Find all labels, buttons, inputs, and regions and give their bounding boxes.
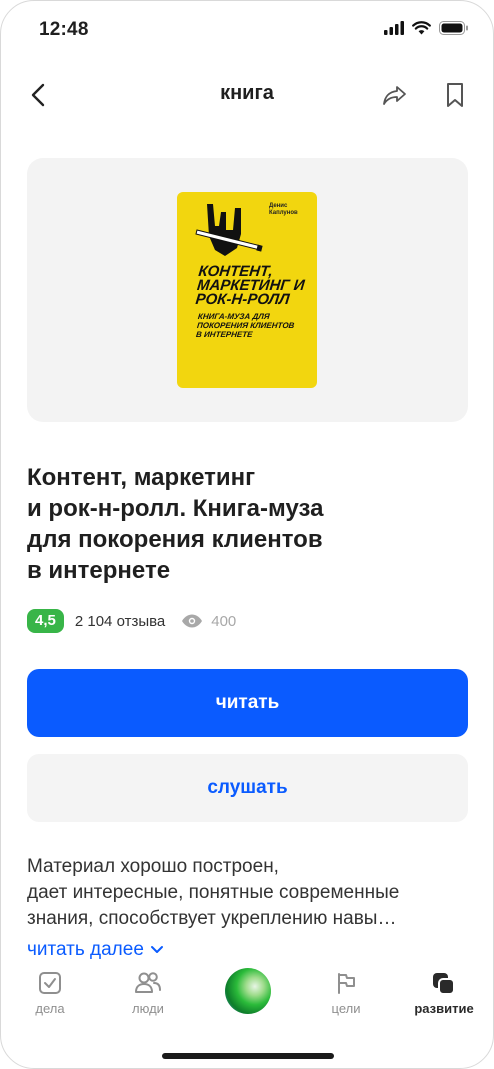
wifi-icon <box>412 21 431 35</box>
tab-label: цели <box>331 1001 361 1016</box>
book-title-line: Контент, маркетинг <box>27 464 256 491</box>
status-icons <box>384 21 469 35</box>
description: Материал хорошо построен, дает интересны… <box>27 854 467 932</box>
book-meta: 4,5 2 104 отзыва 400 <box>27 609 236 633</box>
reviews-link[interactable]: 2 104 отзыва <box>75 613 165 630</box>
tab-people[interactable]: люди <box>108 971 188 1016</box>
rock-hand-icon <box>195 204 263 256</box>
tab-bar: дела люди цели развитие <box>1 963 493 1033</box>
battery-icon <box>439 21 468 35</box>
chevron-down-icon <box>150 946 163 953</box>
status-bar: 12:48 <box>1 19 493 43</box>
home-indicator <box>162 1053 334 1059</box>
page-title: книга <box>220 82 274 104</box>
tab-label: дела <box>35 1001 65 1016</box>
read-button[interactable]: читать <box>27 669 468 737</box>
cover-author: Денис Каплунов <box>269 203 298 216</box>
flag-icon <box>338 973 355 994</box>
read-more-label: читать далее <box>27 939 144 960</box>
book-title-line: в интернете <box>27 557 171 584</box>
tab-development[interactable]: развитие <box>404 971 484 1016</box>
listen-button[interactable]: слушать <box>27 754 468 822</box>
top-nav: книга <box>1 77 493 111</box>
book-title: Контент, маркетинг и рок-н-ролл. Книга-м… <box>27 462 447 586</box>
book-title-line: и рок-н-ролл. Книга-муза <box>27 495 324 522</box>
rating-badge: 4,5 <box>27 609 64 633</box>
book-cover[interactable]: Денис Каплунов КОНТЕНТ, МАРКЕТИНГ И РОК-… <box>177 192 317 388</box>
description-line: знания, способствует укреплению навы… <box>27 908 397 929</box>
eye-icon <box>182 614 203 628</box>
cover-title: КОНТЕНТ, МАРКЕТИНГ И РОК-Н-РОЛЛ <box>194 263 306 308</box>
development-icon <box>433 973 455 995</box>
signal-icon <box>384 21 404 35</box>
cover-subtitle: КНИГА-МУЗА ДЛЯ ПОКОРЕНИЯ КЛИЕНТОВ В ИНТЕ… <box>195 312 295 339</box>
checkbox-icon <box>39 972 61 994</box>
tab-goals[interactable]: цели <box>306 971 386 1016</box>
book-title-line: для покорения клиентов <box>27 526 323 553</box>
bookmark-icon[interactable] <box>443 81 467 109</box>
cover-card: Денис Каплунов КОНТЕНТ, МАРКЕТИНГ И РОК-… <box>27 158 468 422</box>
tab-label: люди <box>132 1001 164 1016</box>
description-line: дает интересные, понятные современные <box>27 882 400 903</box>
read-more-link[interactable]: читать далее <box>27 939 164 961</box>
views-count: 400 <box>211 612 237 630</box>
assistant-orb-icon[interactable] <box>225 968 271 1014</box>
phone-screen: 12:48 книга Денис Каплунов КОНТЕНТ, МАРК… <box>0 0 494 1069</box>
description-line: Материал хорошо построен, <box>27 856 279 877</box>
status-time: 12:48 <box>39 19 89 40</box>
people-icon <box>135 972 161 993</box>
tab-label: развитие <box>414 1001 474 1016</box>
share-icon[interactable] <box>381 81 409 109</box>
tab-tasks[interactable]: дела <box>10 971 90 1016</box>
